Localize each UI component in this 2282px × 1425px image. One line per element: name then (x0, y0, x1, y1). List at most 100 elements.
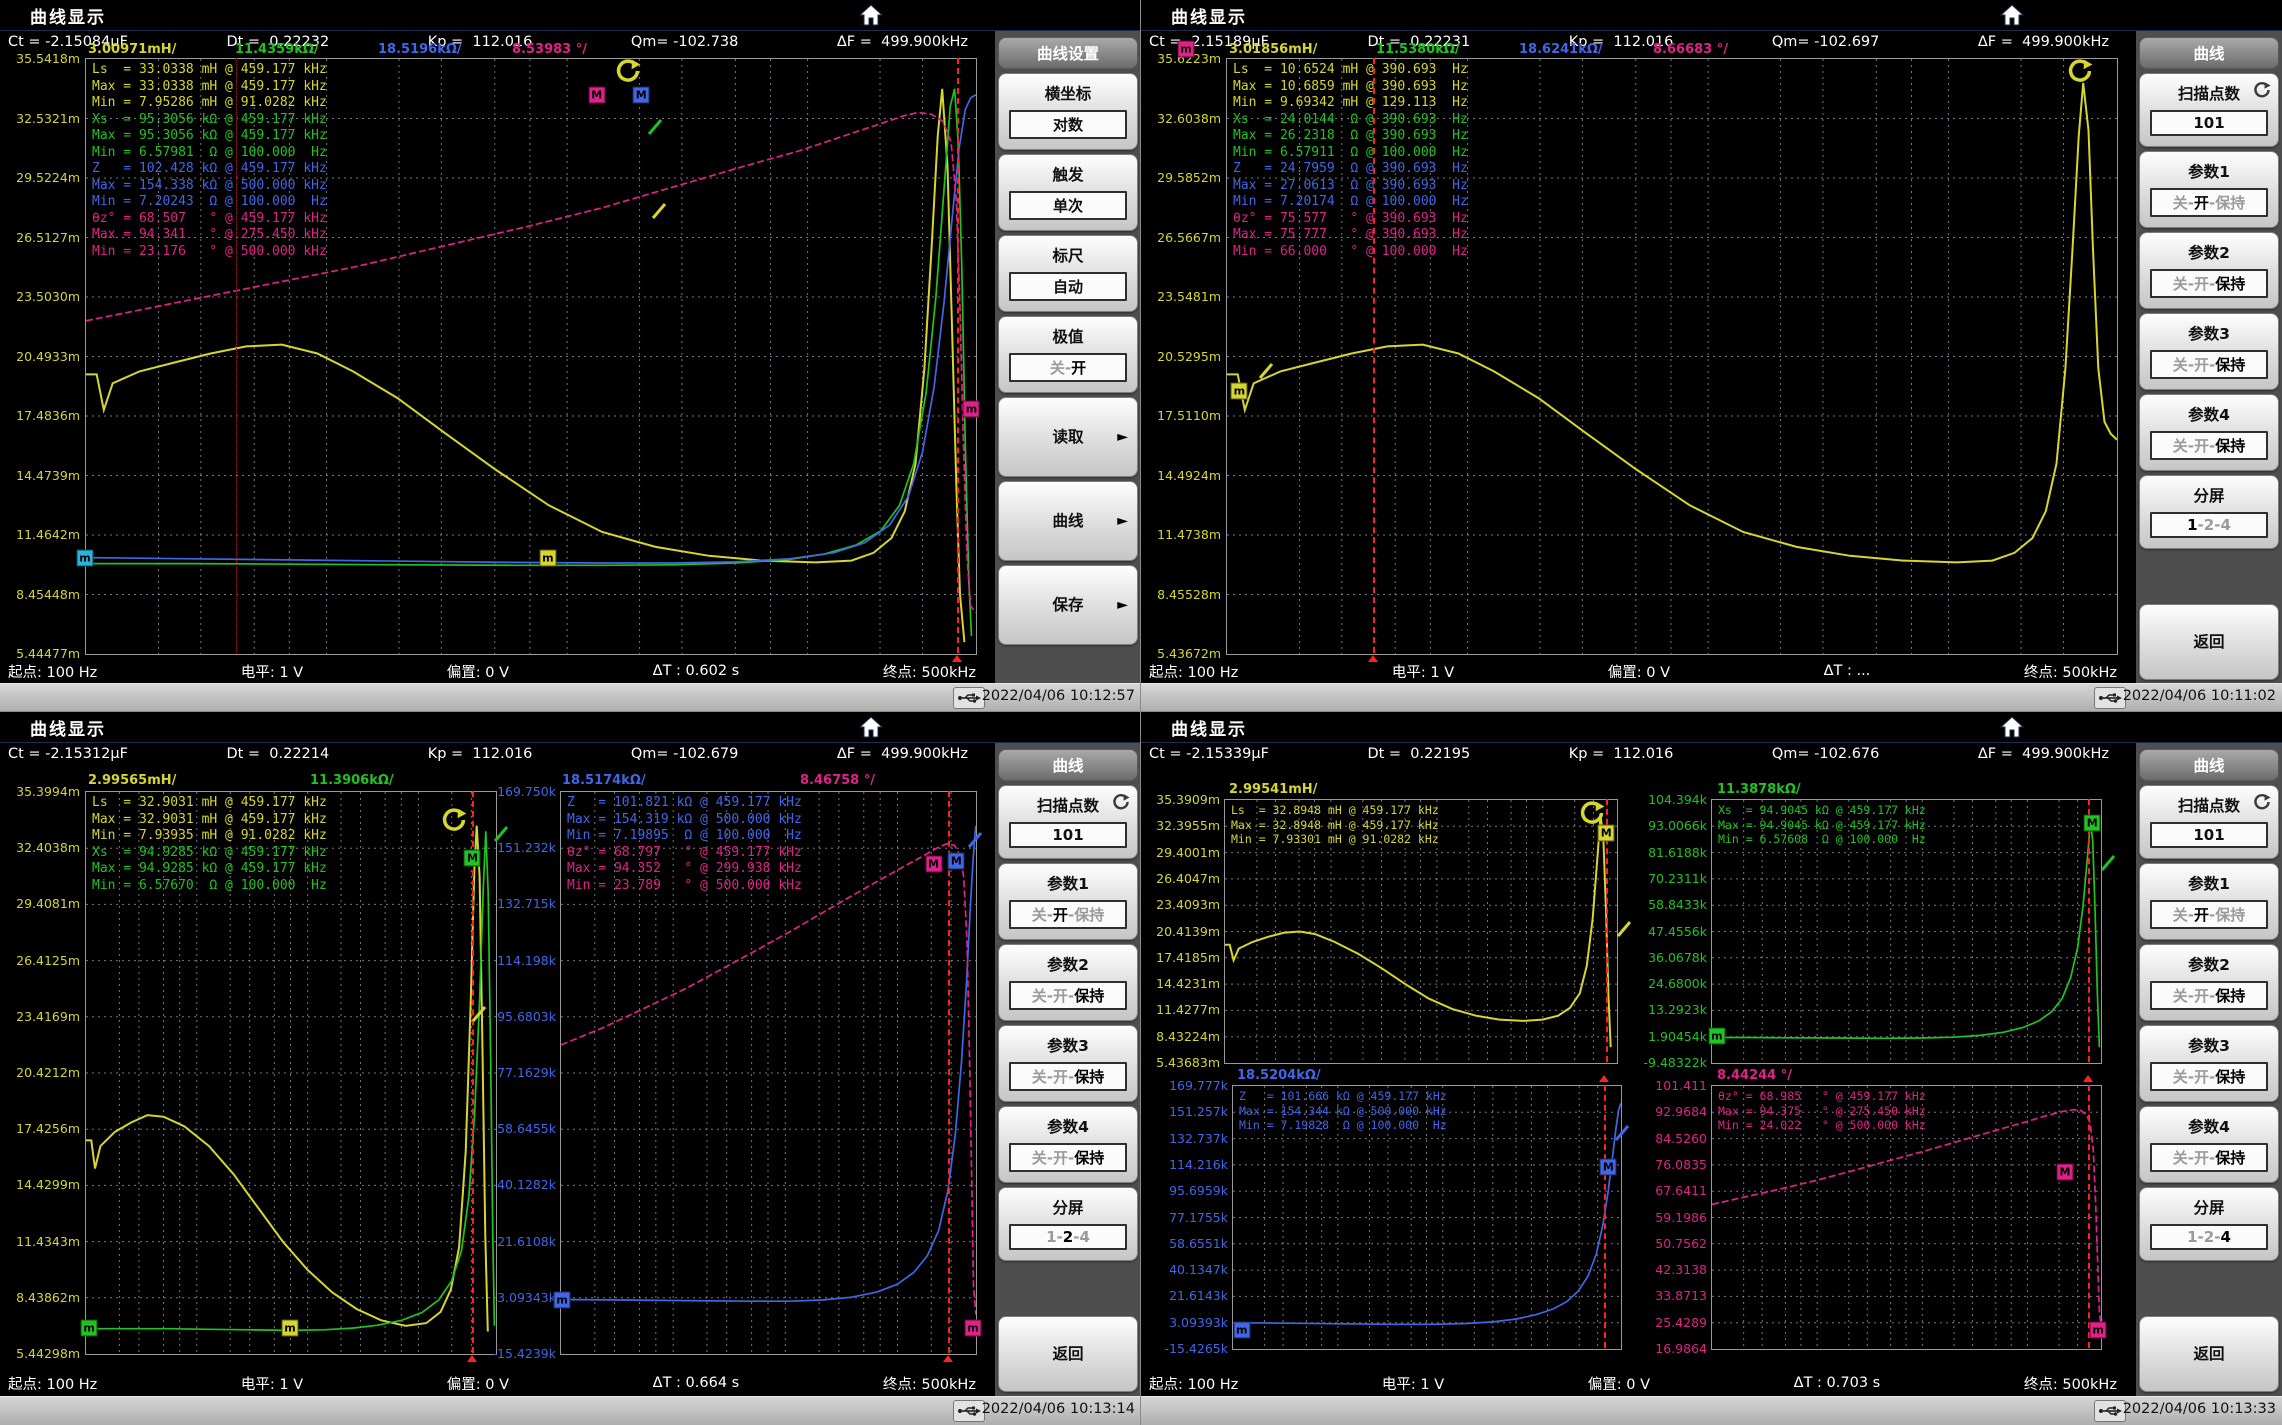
sidebar-button-label: 标尺 (1052, 244, 1083, 266)
sidebar-button-label: 分屏 (2193, 484, 2224, 506)
submenu-arrow-icon: ► (1117, 597, 1128, 613)
readout-line: Min = 7.20174 Ω @ 100.000 Hz (1233, 194, 1468, 211)
sidebar-button-1[interactable]: 扫描点数101 (2139, 785, 2279, 859)
back-button[interactable]: 返回 (998, 1316, 1138, 1392)
sidebar-button-3[interactable]: 标尺自动 (998, 235, 1138, 312)
trace-marker-min[interactable]: m (1231, 383, 1248, 400)
footer-delta-t: ΔT : ... (1824, 663, 1871, 679)
sweep-cursor-line (472, 791, 474, 1353)
trace-marker-min[interactable]: m (77, 549, 94, 566)
sidebar-button-7[interactable]: 保存► (998, 565, 1138, 645)
marker-readout-block: Ls = 32.8948 mH @ 459.177 kHzMax = 32.89… (1231, 803, 1439, 847)
footer-bias: 偏置: 0 V (447, 661, 509, 682)
sidebar-button-4[interactable]: 极值关-开 (998, 316, 1138, 393)
readout-line: Min = 7.19828 Ω @ 100.000 Hz (1239, 1118, 1447, 1133)
button-state-value: 关-开-保持 (2150, 900, 2268, 929)
trace-marker-max[interactable]: M (948, 853, 965, 870)
sidebar-button-label: 横坐标 (1045, 82, 1092, 104)
trace-marker-max[interactable]: M (2084, 814, 2101, 831)
sidebar-button-5[interactable]: 参数4关-开-保持 (2139, 1106, 2279, 1183)
home-icon[interactable] (1999, 715, 2025, 739)
sidebar-button-4[interactable]: 参数3关-开-保持 (998, 1025, 1138, 1102)
rotate-marker-icon[interactable] (615, 58, 641, 88)
state-关: 关 (1032, 1068, 1047, 1086)
sidebar-button-3[interactable]: 参数2关-开-保持 (998, 944, 1138, 1021)
sidebar-button-5[interactable]: 参数4关-开-保持 (998, 1106, 1138, 1183)
sidebar-button-2[interactable]: 触发单次 (998, 154, 1138, 231)
sidebar-button-4[interactable]: 参数3关-开-保持 (2139, 1025, 2279, 1102)
sweep-footer: 起点: 100 Hz 电平: 1 V 偏置: 0 V ΔT : 0.602 s … (8, 657, 976, 685)
trace-marker-min[interactable]: m (539, 549, 556, 566)
scale-per-div-label: 2.99565mH/ (88, 773, 176, 788)
rotate-marker-icon[interactable] (2067, 58, 2093, 88)
trace-marker-min[interactable]: m (2090, 1321, 2107, 1338)
rotate-marker-icon[interactable] (441, 807, 467, 837)
button-state-value: 关-开-保持 (1009, 981, 1127, 1010)
sidebar-button-3[interactable]: 参数2关-开-保持 (2139, 232, 2279, 309)
state-开: 开 (1053, 1068, 1068, 1086)
trace-marker-max[interactable]: M (2056, 1163, 2073, 1180)
sidebar-spacer (2136, 551, 2282, 602)
trace-marker-min[interactable]: m (963, 401, 980, 418)
sidebar-button-6[interactable]: 曲线► (998, 481, 1138, 561)
trace-marker-min[interactable]: m (1233, 1321, 1250, 1338)
button-value: 自动 (1009, 272, 1127, 301)
state-开: 开 (2194, 1149, 2209, 1167)
readout-line: Max = 95.3056 kΩ @ 459.177 kHz (92, 128, 327, 145)
state-开: 开 (2194, 1068, 2209, 1086)
trace-marker-min[interactable]: m (81, 1319, 98, 1336)
sidebar-button-label: 触发 (1052, 163, 1083, 185)
button-value: 对数 (1009, 110, 1127, 139)
sidebar-button-5[interactable]: 读取► (998, 397, 1138, 477)
y-axis-label: 21.6108k (476, 1234, 556, 1249)
trace-marker-max[interactable]: M (1598, 825, 1615, 842)
state-保持: 保持 (2215, 437, 2245, 455)
home-icon[interactable] (858, 3, 884, 27)
sidebar-button-3[interactable]: 参数2关-开-保持 (2139, 944, 2279, 1021)
trace-marker-min[interactable]: m (282, 1319, 299, 1336)
trace-marker-min[interactable]: m (1177, 41, 1194, 58)
sidebar-button-4[interactable]: 参数3关-开-保持 (2139, 313, 2279, 390)
slash-marker-icon (2100, 854, 2116, 876)
back-button[interactable]: 返回 (2139, 1316, 2279, 1392)
home-icon[interactable] (858, 715, 884, 739)
sidebar-button-6[interactable]: 分屏1-2-4 (2139, 475, 2279, 549)
trace-marker-max[interactable]: M (1600, 1158, 1617, 1175)
button-value: 101 (2150, 822, 2268, 848)
sidebar-button-1[interactable]: 扫描点数101 (2139, 73, 2279, 147)
trace-marker-min[interactable]: m (554, 1291, 571, 1308)
sidebar-button-1[interactable]: 扫描点数101 (998, 785, 1138, 859)
state-开: 开 (2194, 356, 2209, 374)
sidebar-button-6[interactable]: 分屏1-2-4 (998, 1187, 1138, 1261)
footer-level: 电平: 1 V (1382, 1373, 1444, 1394)
trace-marker-max[interactable]: M (464, 850, 481, 867)
y-axis-label: 14.4924m (1141, 468, 1221, 483)
state-1: 1 (2187, 1228, 2197, 1246)
back-button-label: 返回 (1052, 1342, 1083, 1364)
home-icon[interactable] (1999, 3, 2025, 27)
y-axis-label: 76.0835 (1629, 1157, 1707, 1172)
trace-marker-max[interactable]: M (588, 86, 605, 103)
sidebar: 曲线扫描点数101参数1关-开-保持参数2关-开-保持参数3关-开-保持参数4关… (2136, 743, 2282, 1397)
readout-line: θz° = 68.985 ° @ 459.177 kHz (1718, 1089, 1926, 1104)
y-axis-label: 33.8713 (1629, 1288, 1707, 1303)
sidebar-button-6[interactable]: 分屏1-2-4 (2139, 1187, 2279, 1261)
refresh-icon (2253, 793, 2271, 815)
footer-end: 终点: 500kHz (2024, 1373, 2117, 1394)
trace-marker-min[interactable]: m (964, 1319, 981, 1336)
sidebar-button-5[interactable]: 参数4关-开-保持 (2139, 394, 2279, 471)
sidebar-button-1[interactable]: 横坐标对数 (998, 73, 1138, 150)
y-axis-label: 29.4081m (0, 896, 80, 911)
trace-marker-max[interactable]: M (633, 86, 650, 103)
back-button[interactable]: 返回 (2139, 604, 2279, 680)
button-value: 101 (1009, 822, 1127, 848)
state-关: 关 (2173, 356, 2188, 374)
header-df: ΔF = 499.900kHz (1978, 34, 2109, 50)
readout-line: Max = 32.9031 mH @ 459.177 kHz (92, 812, 327, 829)
sidebar-button-2[interactable]: 参数1关-开-保持 (998, 863, 1138, 940)
trace-marker-max[interactable]: M (925, 856, 942, 873)
sidebar-button-2[interactable]: 参数1关-开-保持 (2139, 151, 2279, 228)
sidebar-button-2[interactable]: 参数1关-开-保持 (2139, 863, 2279, 940)
trace-marker-min[interactable]: m (1708, 1027, 1725, 1044)
y-axis-label: 29.5852m (1141, 170, 1221, 185)
